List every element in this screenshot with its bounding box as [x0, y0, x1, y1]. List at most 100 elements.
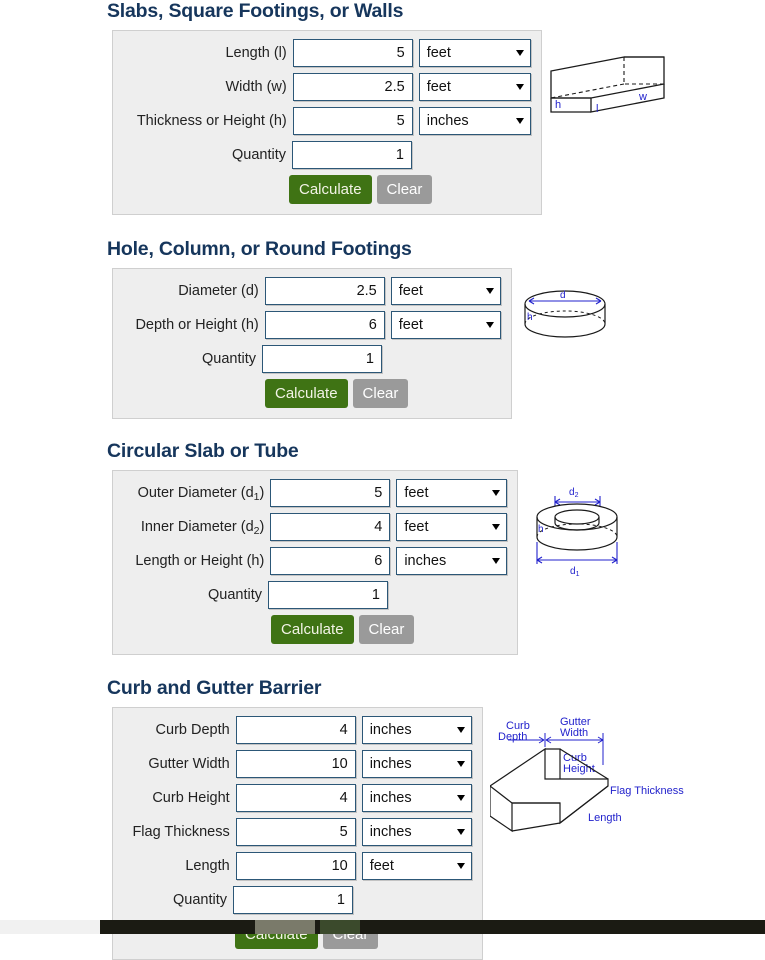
- figure-label-length: Length: [588, 812, 622, 824]
- input-quantity[interactable]: [292, 141, 412, 169]
- input-flag-thickness[interactable]: [235, 818, 356, 846]
- figure-label-d1: d1: [570, 566, 580, 577]
- form-row-diameter: Diameter (d) feet: [113, 277, 511, 305]
- select-gutter-width-unit[interactable]: inches: [361, 750, 472, 778]
- label-curb-depth: Curb Depth: [155, 722, 230, 738]
- select-length-height-unit[interactable]: inches: [396, 547, 507, 575]
- select-diameter-unit[interactable]: feet: [390, 277, 501, 305]
- select-curb-height-unit-value: inches: [369, 790, 412, 806]
- select-depth-unit-value: feet: [398, 317, 423, 333]
- clear-button-slabs[interactable]: Clear: [376, 175, 433, 204]
- select-inner-diameter-unit[interactable]: feet: [396, 513, 507, 541]
- label-inner-diameter-sub: 2: [253, 525, 260, 537]
- input-depth[interactable]: [264, 311, 385, 339]
- input-diameter[interactable]: [264, 277, 385, 305]
- form-panel-circular: Outer Diameter (d1) feet Inner Diameter …: [112, 470, 518, 655]
- label-outer-diameter-text: Outer Diameter (d: [137, 485, 254, 501]
- label-inner-diameter-text: Inner Diameter (d: [140, 519, 254, 535]
- select-outer-diameter-unit-value: feet: [404, 485, 429, 501]
- label-diameter: Diameter (d): [178, 283, 259, 299]
- input-length[interactable]: [292, 39, 413, 67]
- chevron-down-icon: [516, 84, 524, 90]
- clear-button-circular[interactable]: Clear: [358, 615, 415, 644]
- select-length-unit[interactable]: feet: [361, 852, 472, 880]
- select-length-unit-value: feet: [369, 858, 394, 874]
- form-row-length: Length feet: [113, 852, 482, 880]
- label-quantity: Quantity: [202, 351, 256, 367]
- select-curb-depth-unit-value: inches: [369, 722, 412, 738]
- label-inner-diameter-tail: ): [259, 519, 265, 535]
- input-quantity[interactable]: [268, 581, 388, 609]
- select-gutter-width-unit-value: inches: [369, 756, 412, 772]
- select-length-height-unit-value: inches: [404, 553, 447, 569]
- button-row-hole: Calculate Clear: [113, 379, 511, 408]
- input-gutter-width[interactable]: [235, 750, 356, 778]
- figure-label-d2: d2: [569, 487, 579, 499]
- form-row-flag-thickness: Flag Thickness inches: [113, 818, 482, 846]
- label-outer-diameter: Outer Diameter (d1): [113, 485, 270, 503]
- input-curb-depth[interactable]: [235, 716, 356, 744]
- section-body-circular: Outer Diameter (d1) feet Inner Diameter …: [0, 470, 765, 655]
- figure-rectangular-box: h l w: [546, 52, 671, 132]
- chevron-down-icon: [486, 322, 494, 328]
- form-row-width: Width (w) feet: [113, 73, 541, 101]
- select-curb-depth-unit[interactable]: inches: [361, 716, 472, 744]
- select-diameter-unit-value: feet: [398, 283, 423, 299]
- select-depth-unit[interactable]: feet: [390, 311, 501, 339]
- figure-label-curb-height-2: Height: [563, 763, 595, 775]
- label-inner-diameter: Inner Diameter (d2): [113, 519, 270, 537]
- form-panel-slabs: Length (l) feet Width (w) feet: [112, 30, 542, 215]
- input-width[interactable]: [292, 73, 413, 101]
- form-row-quantity: Quantity: [113, 345, 511, 373]
- select-thickness-unit-value: inches: [426, 113, 469, 129]
- figure-label-h: h: [538, 524, 544, 535]
- page-title-hole: Hole, Column, or Round Footings: [107, 238, 412, 260]
- label-curb-height: Curb Height: [152, 790, 230, 806]
- form-row-length: Length (l) feet: [113, 39, 541, 67]
- clear-button-hole[interactable]: Clear: [352, 379, 409, 408]
- figure-label-h: h: [527, 312, 533, 323]
- input-thickness[interactable]: [292, 107, 413, 135]
- bottom-bar-segment-calculate: [320, 920, 360, 934]
- input-outer-diameter[interactable]: [270, 479, 391, 507]
- figure-label-w: w: [638, 91, 647, 103]
- select-width-unit-value: feet: [426, 79, 451, 95]
- figure-label-curb-depth-2: Depth: [498, 731, 527, 743]
- input-length-height[interactable]: [270, 547, 391, 575]
- select-length-unit[interactable]: feet: [418, 39, 531, 67]
- button-row-circular: Calculate Clear: [113, 615, 517, 644]
- figure-label-flag-thickness: Flag Thickness: [610, 785, 684, 797]
- figure-cylinder: d h: [518, 282, 613, 347]
- section-body-slabs: Length (l) feet Width (w) feet: [0, 30, 765, 215]
- label-depth: Depth or Height (h): [135, 317, 259, 333]
- chevron-down-icon: [457, 795, 465, 801]
- input-quantity[interactable]: [262, 345, 382, 373]
- figure-label-h: h: [555, 99, 561, 111]
- form-row-inner-diameter: Inner Diameter (d2) feet: [113, 513, 517, 541]
- input-inner-diameter[interactable]: [270, 513, 391, 541]
- label-quantity: Quantity: [208, 587, 262, 603]
- input-length[interactable]: [235, 852, 356, 880]
- select-thickness-unit[interactable]: inches: [418, 107, 531, 135]
- select-flag-thickness-unit[interactable]: inches: [361, 818, 472, 846]
- select-curb-height-unit[interactable]: inches: [361, 784, 472, 812]
- figure-label-l: l: [596, 103, 598, 115]
- figure-label-gutter-width-2: Width: [560, 727, 588, 739]
- chevron-down-icon: [516, 118, 524, 124]
- select-outer-diameter-unit[interactable]: feet: [396, 479, 507, 507]
- label-length-height: Length or Height (h): [135, 553, 265, 569]
- form-row-length-height: Length or Height (h) inches: [113, 547, 517, 575]
- label-outer-diameter-sub: 1: [253, 491, 260, 503]
- section-slabs: Slabs, Square Footings, or Walls Length …: [0, 0, 765, 215]
- figure-tube: d2 h d1: [524, 482, 624, 577]
- form-row-quantity: Quantity: [113, 141, 541, 169]
- chevron-down-icon: [492, 558, 500, 564]
- input-quantity[interactable]: [233, 886, 353, 914]
- form-row-thickness: Thickness or Height (h) inches: [113, 107, 541, 135]
- calculate-button-hole[interactable]: Calculate: [265, 379, 348, 408]
- select-length-unit-value: feet: [426, 45, 451, 61]
- select-width-unit[interactable]: feet: [418, 73, 531, 101]
- calculate-button-circular[interactable]: Calculate: [271, 615, 354, 644]
- input-curb-height[interactable]: [235, 784, 356, 812]
- calculate-button-slabs[interactable]: Calculate: [289, 175, 372, 204]
